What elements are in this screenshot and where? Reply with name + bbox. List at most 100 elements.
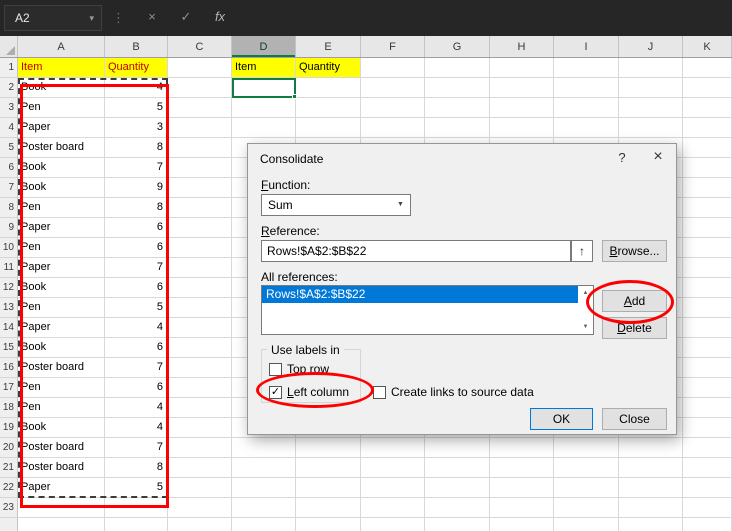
cell-C18[interactable] [168,398,232,418]
cell-H23[interactable] [490,498,554,518]
cell-H22[interactable] [490,478,554,498]
cell-G2[interactable] [425,78,490,98]
cell-K17[interactable] [683,378,732,398]
cell-D23[interactable] [232,498,296,518]
row-header-16[interactable]: 16 [0,358,18,378]
cell-B18[interactable]: 4 [105,398,168,418]
row-header-14[interactable]: 14 [0,318,18,338]
cell-H21[interactable] [490,458,554,478]
row-header-6[interactable]: 6 [0,158,18,178]
row-header-3[interactable]: 3 [0,98,18,118]
cell-B7[interactable]: 9 [105,178,168,198]
column-header-B[interactable]: B [105,36,168,57]
cell-B17[interactable]: 6 [105,378,168,398]
cell-I20[interactable] [554,438,619,458]
cell-F24[interactable] [361,518,425,531]
row-header-20[interactable]: 20 [0,438,18,458]
cell-D22[interactable] [232,478,296,498]
scroll-up-icon[interactable]: ▲ [578,286,593,300]
cell-B21[interactable]: 8 [105,458,168,478]
row-header-15[interactable]: 15 [0,338,18,358]
create-links-checkbox-box[interactable] [373,386,386,399]
cell-K23[interactable] [683,498,732,518]
column-header-A[interactable]: A [18,36,105,57]
column-header-I[interactable]: I [554,36,619,57]
cell-J24[interactable] [619,518,683,531]
cell-A6[interactable]: Book [18,158,105,178]
cell-A23[interactable] [18,498,105,518]
row-header-19[interactable]: 19 [0,418,18,438]
left-column-checkbox-box[interactable]: ✓ [269,386,282,399]
cell-B24[interactable] [105,518,168,531]
cell-K16[interactable] [683,358,732,378]
cell-D21[interactable] [232,458,296,478]
cell-G20[interactable] [425,438,490,458]
cell-F23[interactable] [361,498,425,518]
cell-A11[interactable]: Paper [18,258,105,278]
column-header-G[interactable]: G [425,36,490,57]
cell-E2[interactable] [296,78,361,98]
cell-F21[interactable] [361,458,425,478]
cell-B14[interactable]: 4 [105,318,168,338]
row-header-1[interactable]: 1 [0,58,18,78]
cell-G3[interactable] [425,98,490,118]
cell-G23[interactable] [425,498,490,518]
cell-C23[interactable] [168,498,232,518]
cell-B11[interactable]: 7 [105,258,168,278]
cell-F20[interactable] [361,438,425,458]
cell-B6[interactable]: 7 [105,158,168,178]
top-row-checkbox[interactable]: Top row [269,362,329,376]
cell-C5[interactable] [168,138,232,158]
cell-B19[interactable]: 4 [105,418,168,438]
cell-K6[interactable] [683,158,732,178]
cell-K2[interactable] [683,78,732,98]
scroll-down-icon[interactable]: ▼ [578,320,593,334]
cell-K12[interactable] [683,278,732,298]
cell-A15[interactable]: Book [18,338,105,358]
row-header-17[interactable]: 17 [0,378,18,398]
cell-A20[interactable]: Poster board [18,438,105,458]
cell-C6[interactable] [168,158,232,178]
row-header-9[interactable]: 9 [0,218,18,238]
cell-I2[interactable] [554,78,619,98]
function-dropdown[interactable]: Sum ▼ [261,194,411,216]
cell-J1[interactable] [619,58,683,78]
cell-C12[interactable] [168,278,232,298]
column-header-J[interactable]: J [619,36,683,57]
add-button[interactable]: Add [602,290,667,312]
browse-button[interactable]: Browse... [602,240,667,262]
row-header-4[interactable]: 4 [0,118,18,138]
cell-A9[interactable]: Paper [18,218,105,238]
row-header-10[interactable]: 10 [0,238,18,258]
cell-C19[interactable] [168,418,232,438]
cell-A4[interactable]: Paper [18,118,105,138]
column-header-D[interactable]: D [232,36,296,57]
cell-H4[interactable] [490,118,554,138]
reference-input[interactable]: Rows!$A$2:$B$22 [261,240,571,262]
cell-B5[interactable]: 8 [105,138,168,158]
cell-K10[interactable] [683,238,732,258]
row-header-8[interactable]: 8 [0,198,18,218]
cell-C2[interactable] [168,78,232,98]
cell-F4[interactable] [361,118,425,138]
cell-E21[interactable] [296,458,361,478]
cell-A19[interactable]: Book [18,418,105,438]
row-header-5[interactable]: 5 [0,138,18,158]
cell-B10[interactable]: 6 [105,238,168,258]
select-all-corner[interactable] [0,36,18,57]
cell-K21[interactable] [683,458,732,478]
cell-H24[interactable] [490,518,554,531]
cell-E24[interactable] [296,518,361,531]
cell-C21[interactable] [168,458,232,478]
cell-A24[interactable] [18,518,105,531]
cell-K24[interactable] [683,518,732,531]
cell-C22[interactable] [168,478,232,498]
row-header-2[interactable]: 2 [0,78,18,98]
cell-E3[interactable] [296,98,361,118]
cell-E22[interactable] [296,478,361,498]
cell-A3[interactable]: Pen [18,98,105,118]
enter-icon[interactable]: ✓ [174,9,198,25]
cell-D3[interactable] [232,98,296,118]
cell-B2[interactable]: 4 [105,78,168,98]
cell-C11[interactable] [168,258,232,278]
